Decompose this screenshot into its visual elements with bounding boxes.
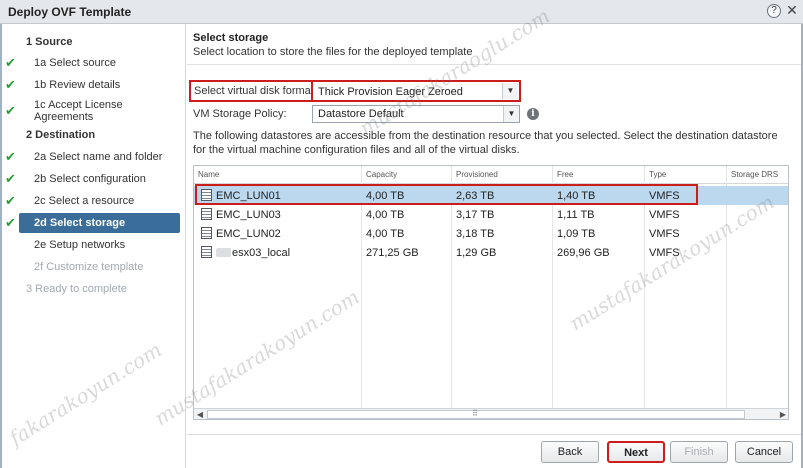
dropdown-arrow-icon[interactable]: ▼ xyxy=(503,106,519,122)
checkmark-icon: ✔ xyxy=(5,103,16,118)
cell-provisioned: 3,18 TB xyxy=(456,228,495,240)
cancel-button[interactable]: Cancel xyxy=(735,441,793,463)
cell-name: esx03_local xyxy=(232,247,291,259)
step-label: 2e Setup networks xyxy=(34,239,126,251)
redacted-hostname xyxy=(216,248,231,257)
step-label: 2d Select storage xyxy=(34,217,126,229)
cell-free: 269,96 GB xyxy=(557,247,610,259)
step-select-storage[interactable]: 2d Select storage xyxy=(19,213,180,233)
help-icon[interactable]: ? xyxy=(767,4,781,18)
column-header-provisioned[interactable]: Provisioned xyxy=(456,170,498,179)
step-ready-to-complete: 3 Ready to complete xyxy=(0,279,186,299)
dropdown-arrow-icon[interactable]: ▼ xyxy=(502,83,518,99)
grip-icon: ⠿ xyxy=(472,409,478,418)
step-source-header: 1 Source xyxy=(0,32,186,52)
step-select-name-folder[interactable]: ✔ 2a Select name and folder xyxy=(0,147,186,167)
step-label: 1a Select source xyxy=(34,57,116,69)
column-header-name[interactable]: Name xyxy=(198,170,219,179)
storage-policy-select[interactable]: Datastore Default ▼ xyxy=(312,105,520,123)
table-row[interactable]: esx03_local 271,25 GB 1,29 GB 269,96 GB … xyxy=(194,243,788,262)
table-row[interactable]: EMC_LUN03 4,00 TB 3,17 TB 1,11 TB VMFS xyxy=(194,205,788,224)
scroll-right-icon[interactable]: ▶ xyxy=(777,409,788,419)
cell-provisioned: 3,17 TB xyxy=(456,209,495,221)
disk-format-value: Thick Provision Eager Zeroed xyxy=(318,86,463,98)
cell-capacity: 4,00 TB xyxy=(366,209,405,221)
cell-free: 1,40 TB xyxy=(557,190,596,202)
cell-type: VMFS xyxy=(649,190,680,202)
checkmark-icon: ✔ xyxy=(5,215,16,230)
checkmark-icon: ✔ xyxy=(5,171,16,186)
cell-capacity: 271,25 GB xyxy=(366,247,419,259)
step-label: 2f Customize template xyxy=(34,261,144,273)
checkmark-icon: ✔ xyxy=(5,55,16,70)
disk-format-label: Select virtual disk format: xyxy=(189,80,322,102)
table-header: Name Capacity Provisioned Free Type Stor… xyxy=(194,166,788,184)
section-subtitle: Select location to store the files for t… xyxy=(193,46,473,58)
cell-provisioned: 1,29 GB xyxy=(456,247,497,259)
storage-policy-label: VM Storage Policy: xyxy=(193,108,287,120)
close-icon[interactable]: ✕ xyxy=(785,3,799,18)
divider xyxy=(187,64,801,65)
cell-capacity: 4,00 TB xyxy=(366,190,405,202)
datastore-table: Name Capacity Provisioned Free Type Stor… xyxy=(193,165,789,420)
step-label: 2a Select name and folder xyxy=(34,151,163,163)
cell-free: 1,09 TB xyxy=(557,228,596,240)
storage-policy-value: Datastore Default xyxy=(318,108,404,120)
back-button[interactable]: Back xyxy=(541,441,599,463)
window-title: Deploy OVF Template xyxy=(8,5,132,19)
disk-format-select[interactable]: Thick Provision Eager Zeroed ▼ xyxy=(311,80,521,102)
cell-free: 1,11 TB xyxy=(557,209,595,221)
step-setup-networks[interactable]: 2e Setup networks xyxy=(0,235,186,255)
table-row[interactable]: EMC_LUN02 4,00 TB 3,18 TB 1,09 TB VMFS xyxy=(194,224,788,243)
column-header-type[interactable]: Type xyxy=(649,170,666,179)
step-select-source[interactable]: ✔ 1a Select source xyxy=(0,53,186,73)
cell-type: VMFS xyxy=(649,228,680,240)
wizard-steps-sidebar: 1 Source ✔ 1a Select source ✔ 1b Review … xyxy=(0,24,186,468)
step-accept-license[interactable]: ✔ 1c Accept License Agreements xyxy=(0,98,186,124)
step-destination-header: 2 Destination xyxy=(0,125,186,145)
checkmark-icon: ✔ xyxy=(5,149,16,164)
column-header-capacity[interactable]: Capacity xyxy=(366,170,397,179)
datastore-description: The following datastores are accessible … xyxy=(193,130,778,156)
table-row[interactable]: EMC_LUN01 4,00 TB 2,63 TB 1,40 TB VMFS xyxy=(194,186,788,205)
finish-button: Finish xyxy=(670,441,728,463)
column-header-free[interactable]: Free xyxy=(557,170,573,179)
cell-name: EMC_LUN03 xyxy=(216,209,281,221)
step-label: 2 Destination xyxy=(26,129,96,141)
step-label: 3 Ready to complete xyxy=(26,283,127,295)
datastore-icon xyxy=(201,208,212,220)
datastore-icon xyxy=(201,246,212,258)
wizard-footer: Back Next Finish Cancel xyxy=(187,434,801,468)
step-select-configuration[interactable]: ✔ 2b Select configuration xyxy=(0,169,186,189)
horizontal-scrollbar[interactable]: ◀ ⠿ ▶ xyxy=(194,408,788,419)
select-storage-panel: Select storage Select location to store … xyxy=(187,24,801,436)
cell-name: EMC_LUN02 xyxy=(216,228,281,240)
cell-name: EMC_LUN01 xyxy=(216,190,281,202)
info-icon[interactable]: i xyxy=(527,108,539,120)
window-titlebar: Deploy OVF Template ? ✕ xyxy=(0,0,803,24)
step-review-details[interactable]: ✔ 1b Review details xyxy=(0,75,186,95)
cell-type: VMFS xyxy=(649,247,680,259)
cell-provisioned: 2,63 TB xyxy=(456,190,495,202)
step-select-resource[interactable]: ✔ 2c Select a resource xyxy=(0,191,186,211)
scrollbar-thumb[interactable]: ⠿ xyxy=(207,409,745,419)
step-label: 2c Select a resource xyxy=(34,195,135,207)
datastore-icon xyxy=(201,189,212,201)
step-label: 1c Accept License Agreements xyxy=(34,99,123,123)
scroll-left-icon[interactable]: ◀ xyxy=(194,409,206,419)
step-customize-template: 2f Customize template xyxy=(0,257,186,277)
checkmark-icon: ✔ xyxy=(5,193,16,208)
section-title: Select storage xyxy=(193,32,269,44)
datastore-icon xyxy=(201,227,212,239)
cell-type: VMFS xyxy=(649,209,680,221)
step-label: 1 Source xyxy=(26,36,73,48)
step-label: 1b Review details xyxy=(34,79,121,91)
cell-capacity: 4,00 TB xyxy=(366,228,405,240)
checkmark-icon: ✔ xyxy=(5,77,16,92)
step-label: 2b Select configuration xyxy=(34,173,146,185)
column-header-storage-drs[interactable]: Storage DRS xyxy=(731,170,778,179)
next-button[interactable]: Next xyxy=(607,441,665,463)
